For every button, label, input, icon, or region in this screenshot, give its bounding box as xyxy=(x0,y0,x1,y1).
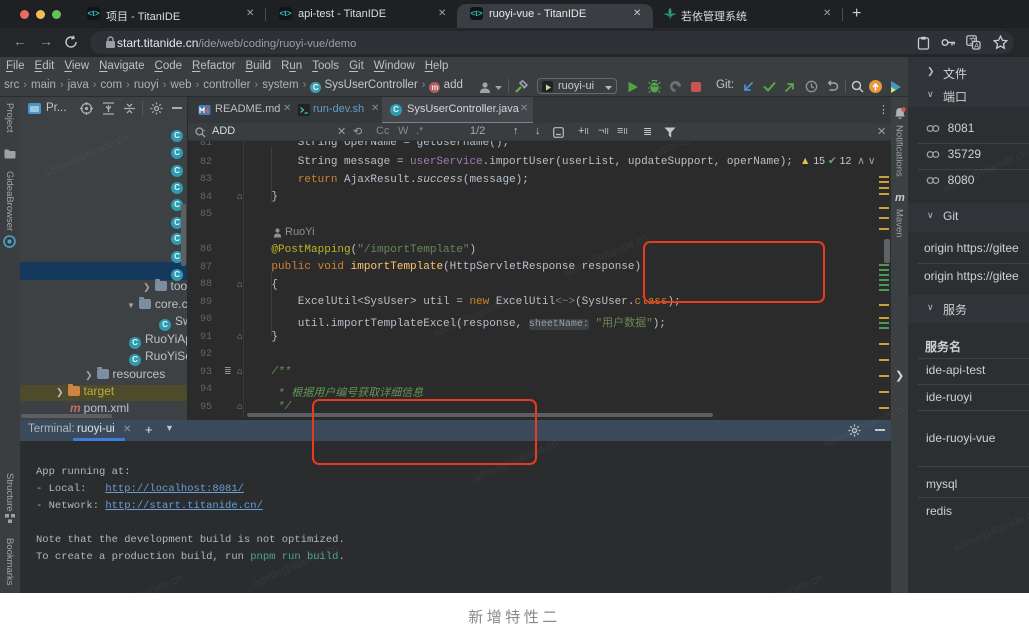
svg-text:A: A xyxy=(974,43,979,50)
